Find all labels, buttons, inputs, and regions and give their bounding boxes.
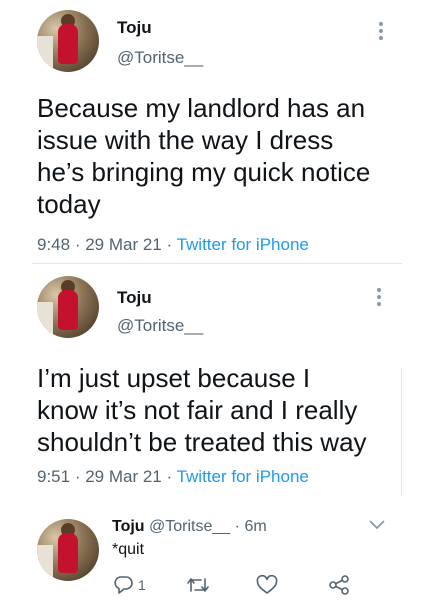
author-name[interactable]: Toju <box>117 18 152 38</box>
tweet-time[interactable]: 9:48 <box>37 235 70 254</box>
author-handle[interactable]: @Toritse__ <box>117 316 203 336</box>
retweet-icon <box>187 578 209 592</box>
reply-text: *quit <box>112 541 145 558</box>
tweet-source[interactable]: Twitter for iPhone <box>177 235 309 254</box>
tweet-source[interactable]: Twitter for iPhone <box>177 467 309 486</box>
tweet-text: Because my landlord has an issue with th… <box>37 93 371 219</box>
avatar[interactable] <box>37 10 99 72</box>
tweet-age: 6m <box>244 518 267 535</box>
tweet-date[interactable]: 29 Mar 21 <box>85 235 162 254</box>
avatar[interactable] <box>37 519 99 581</box>
tweet-1[interactable]: Toju @Toritse__ Because my landlord has … <box>0 0 432 262</box>
author-handle[interactable]: @Toritse__ <box>149 518 230 535</box>
reply-count: 1 <box>138 577 146 593</box>
author-name[interactable]: Toju <box>117 288 152 308</box>
reply-tweet[interactable]: Toju @Toritse__ · 6m *quit 1 <box>0 505 432 610</box>
avatar[interactable] <box>37 276 99 338</box>
tweet-date[interactable]: 29 Mar 21 <box>85 467 162 486</box>
like-button[interactable] <box>256 575 278 595</box>
retweet-button[interactable] <box>186 575 210 595</box>
reply-header: Toju @Toritse__ · 6m <box>112 518 267 535</box>
tweet-2[interactable]: Toju @Toritse__ I’m just upset because I… <box>0 264 432 500</box>
more-options-icon[interactable] <box>378 22 384 44</box>
tweet-text: I’m just upset because I know it’s not f… <box>37 363 367 457</box>
chevron-down-icon[interactable] <box>368 519 386 531</box>
reply-icon <box>114 576 133 594</box>
author-name[interactable]: Toju <box>112 518 145 535</box>
thread-line <box>401 368 402 496</box>
tweet-time[interactable]: 9:51 <box>37 467 70 486</box>
author-handle[interactable]: @Toritse__ <box>117 48 203 68</box>
tweet-meta: 9:51 · 29 Mar 21 · Twitter for iPhone <box>37 467 309 486</box>
share-button[interactable] <box>328 575 350 595</box>
share-icon <box>329 575 349 595</box>
reply-button[interactable]: 1 <box>112 575 146 595</box>
like-icon <box>256 575 278 594</box>
tweet-meta: 9:48 · 29 Mar 21 · Twitter for iPhone <box>37 235 309 254</box>
more-options-icon[interactable] <box>376 288 382 310</box>
